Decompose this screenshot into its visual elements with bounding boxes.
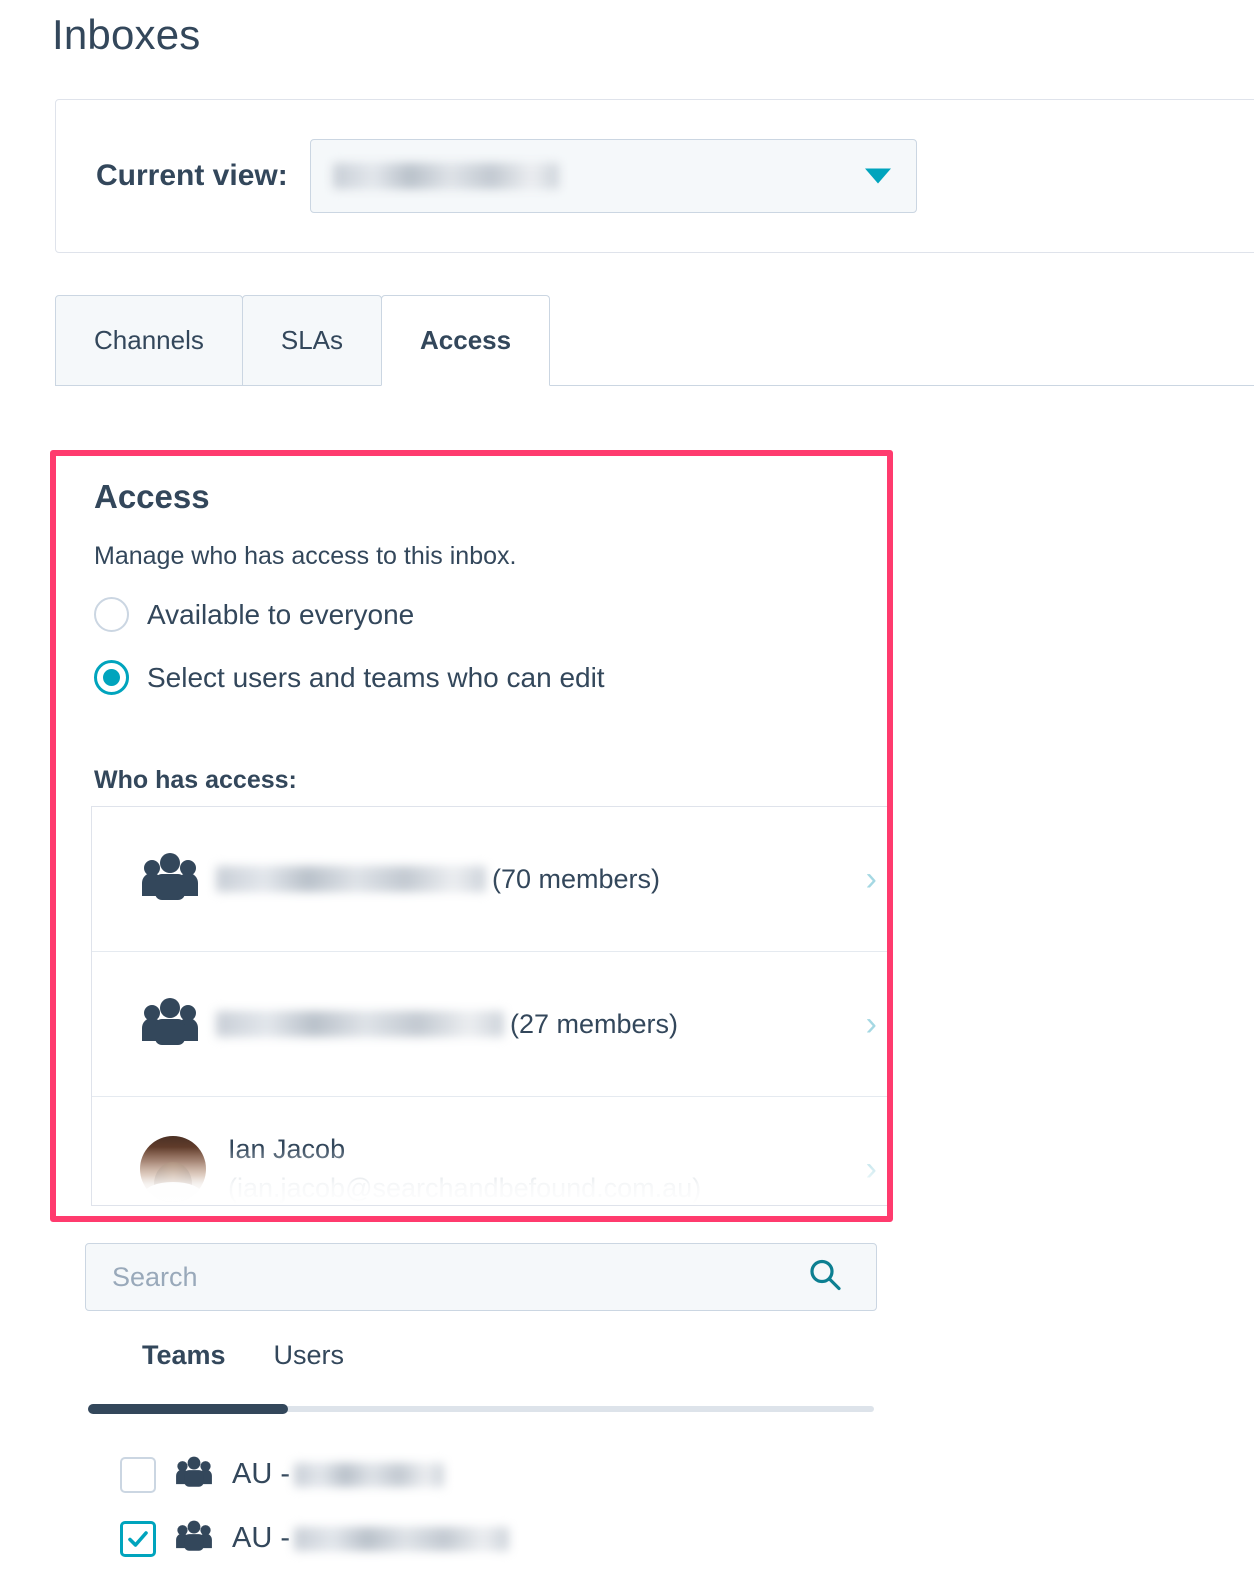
group-icon — [140, 852, 200, 907]
tab-users[interactable]: Users — [274, 1340, 345, 1371]
chevron-right-icon[interactable]: › — [866, 1152, 877, 1186]
checkbox-unchecked[interactable] — [120, 1457, 156, 1493]
radio-option-select-users-and-teams[interactable]: Select users and teams who can edit — [94, 660, 605, 695]
team-option-name-redacted — [294, 1527, 509, 1551]
check-icon — [126, 1527, 150, 1551]
scrollbar-thumb[interactable] — [88, 1404, 288, 1414]
team-option-label-1: AU - — [232, 1458, 444, 1491]
current-view-value — [333, 163, 559, 189]
tab-channels[interactable]: Channels — [55, 295, 243, 386]
radio-label-available-to-everyone: Available to everyone — [147, 599, 414, 631]
inbox-settings-tabs: Channels SLAs Access — [55, 295, 549, 386]
current-view-label: Current view: — [96, 159, 288, 193]
group-icon — [174, 1456, 214, 1493]
team-name-redacted — [216, 866, 486, 892]
tab-slas[interactable]: SLAs — [242, 295, 382, 386]
user-name: Ian Jacob — [228, 1130, 701, 1169]
team-option-row-1[interactable]: AU - — [120, 1456, 444, 1493]
current-view-card: Current view: — [55, 99, 1254, 253]
who-has-access-label: Who has access: — [94, 766, 297, 795]
team-option-row-2[interactable]: AU - — [120, 1520, 509, 1557]
team-option-prefix: AU - — [232, 1458, 290, 1491]
chevron-right-icon[interactable]: › — [866, 862, 877, 896]
team-member-count: (70 members) — [492, 864, 660, 895]
team-option-label-2: AU - — [232, 1522, 509, 1555]
access-list-item-team-2[interactable]: (27 members) › — [92, 952, 891, 1097]
access-heading: Access — [94, 478, 210, 516]
who-has-access-list: (70 members) › (27 members) › — [91, 806, 891, 1206]
teams-users-tabs: Teams Users — [85, 1340, 344, 1371]
team-name-redacted — [216, 1011, 504, 1037]
chevron-down-icon — [865, 169, 891, 184]
group-icon — [174, 1520, 214, 1557]
radio-icon-selected[interactable] — [94, 660, 129, 695]
team-option-name-redacted — [294, 1463, 444, 1487]
access-list-item-text: (27 members) — [216, 1009, 678, 1040]
current-view-dropdown[interactable] — [310, 139, 917, 213]
page-title: Inboxes — [52, 10, 201, 60]
horizontal-scrollbar[interactable] — [88, 1406, 874, 1412]
group-icon — [140, 997, 200, 1052]
access-list-item-text: (70 members) — [216, 864, 660, 895]
radio-icon-unselected[interactable] — [94, 597, 129, 632]
team-member-count: (27 members) — [510, 1009, 678, 1040]
checkbox-checked[interactable] — [120, 1521, 156, 1557]
user-email: (ian.jacob@searchandbefound.com.au) — [228, 1169, 701, 1206]
search-box[interactable] — [85, 1243, 877, 1311]
avatar — [140, 1136, 206, 1202]
tab-teams[interactable]: Teams — [142, 1340, 226, 1371]
team-option-prefix: AU - — [232, 1522, 290, 1555]
search-input[interactable] — [110, 1261, 754, 1294]
radio-option-available-to-everyone[interactable]: Available to everyone — [94, 597, 414, 632]
access-panel-highlight: Access Manage who has access to this inb… — [50, 450, 893, 1222]
access-list-item-team-1[interactable]: (70 members) › — [92, 807, 891, 952]
radio-label-select-users-and-teams: Select users and teams who can edit — [147, 662, 605, 694]
user-details: Ian Jacob (ian.jacob@searchandbefound.co… — [228, 1130, 701, 1206]
access-list-item-user[interactable]: Ian Jacob (ian.jacob@searchandbefound.co… — [92, 1097, 891, 1206]
current-view-row: Current view: — [96, 100, 917, 252]
access-description: Manage who has access to this inbox. — [94, 542, 516, 571]
chevron-right-icon[interactable]: › — [866, 1007, 877, 1041]
tab-access[interactable]: Access — [381, 295, 550, 386]
search-icon[interactable] — [808, 1258, 842, 1297]
